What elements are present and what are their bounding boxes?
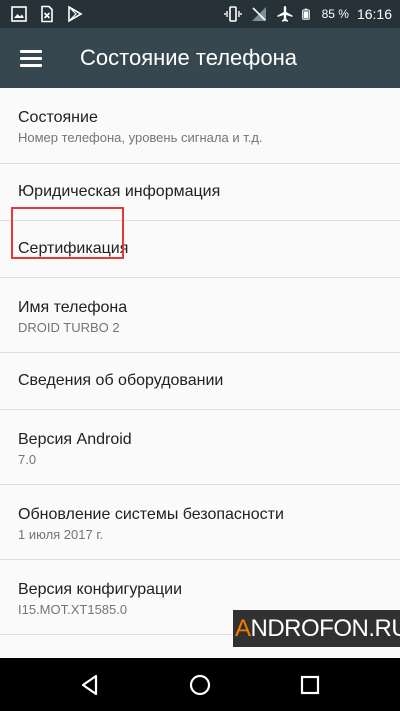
photo-icon	[11, 6, 27, 22]
recents-icon[interactable]	[297, 672, 323, 698]
item-subtitle: DROID TURBO 2	[18, 320, 120, 335]
app-bar: Состояние телефона	[0, 28, 400, 88]
list-item-phone-name[interactable]: Имя телефона DROID TURBO 2	[0, 278, 400, 353]
item-title: Юридическая информация	[18, 183, 221, 200]
clock: 16:16	[356, 6, 392, 22]
watermark: ANDROFON.RU	[233, 610, 400, 647]
sim-card-icon	[41, 5, 53, 23]
system-icons: 85 % 16:16	[223, 5, 392, 23]
item-title: Сертификация	[18, 240, 129, 257]
list-item-android-version[interactable]: Версия Android 7.0	[0, 410, 400, 485]
item-subtitle: 7.0	[18, 452, 37, 467]
item-subtitle: 1 июля 2017 г.	[18, 527, 104, 542]
home-icon[interactable]	[187, 672, 213, 698]
item-title: Имя телефона	[18, 299, 128, 316]
page-title: Состояние телефона	[80, 45, 298, 70]
item-title: Состояние	[18, 109, 98, 126]
watermark-accent-letter: A	[235, 615, 251, 642]
play-store-icon	[68, 5, 83, 23]
item-title: Обновление системы безопасности	[18, 506, 284, 523]
list-item-certification[interactable]: Сертификация	[0, 221, 400, 278]
menu-icon[interactable]	[20, 47, 42, 69]
battery-icon	[301, 8, 310, 20]
list-item-status[interactable]: Состояние Номер телефона, уровень сигнал…	[0, 88, 400, 164]
battery-percent: 85 %	[321, 7, 349, 21]
watermark-text: NDROFON.RU	[250, 615, 400, 642]
list-item-legal-info[interactable]: Юридическая информация	[0, 164, 400, 221]
item-title: Версия конфигурации	[18, 581, 183, 598]
vibrate-icon	[223, 6, 242, 22]
settings-list: Состояние Номер телефона, уровень сигнал…	[0, 88, 400, 635]
list-item-hardware-info[interactable]: Сведения об оборудовании	[0, 353, 400, 410]
item-title: Сведения об оборудовании	[18, 372, 224, 389]
airplane-mode-icon	[277, 6, 293, 22]
item-title: Версия Android	[18, 431, 132, 448]
item-subtitle: Номер телефона, уровень сигнала и т.д.	[18, 130, 263, 145]
status-bar: 85 % 16:16	[0, 0, 400, 28]
back-icon[interactable]	[77, 672, 103, 698]
no-signal-icon	[251, 7, 266, 21]
list-item-security-update[interactable]: Обновление системы безопасности 1 июля 2…	[0, 485, 400, 560]
notification-icons	[10, 5, 84, 23]
navigation-bar	[0, 658, 400, 711]
